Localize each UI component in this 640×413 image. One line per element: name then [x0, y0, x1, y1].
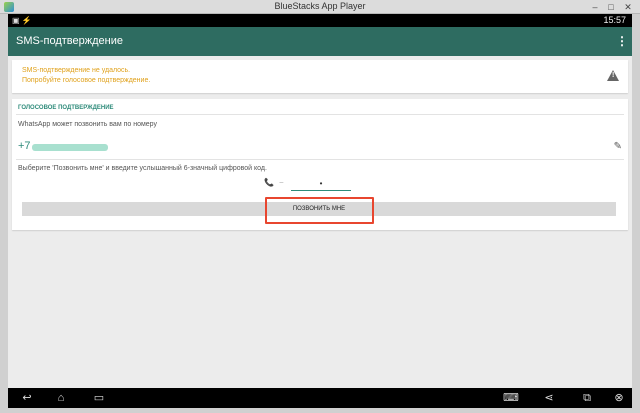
- warning-line-1: SMS-подтверждение не удалось.: [22, 67, 131, 74]
- screen-mode-icon[interactable]: ⧉: [578, 391, 596, 405]
- notification-icons: ▣ ⚡: [12, 16, 32, 25]
- warning-icon: [607, 70, 619, 81]
- overflow-menu-icon[interactable]: ⋮: [616, 34, 628, 48]
- code-entry-row: 📞 −: [264, 177, 356, 193]
- android-nav-bar: ↩ ⌂ ▭ ⌨ ⋖ ⧉ ⊗: [8, 388, 632, 408]
- maximize-button[interactable]: □: [604, 1, 618, 13]
- phone-prefix: +7: [18, 140, 31, 152]
- divider: [16, 159, 624, 160]
- page-title: SMS-подтверждение: [16, 35, 123, 47]
- window-titlebar: BlueStacks App Player – □ ✕: [0, 0, 640, 14]
- minimize-button[interactable]: –: [588, 1, 602, 13]
- dash-icon: −: [279, 178, 284, 187]
- warning-card: SMS-подтверждение не удалось. Попробуйте…: [12, 60, 628, 93]
- warning-line-2: Попробуйте голосовое подтверждение.: [22, 77, 151, 84]
- window-title: BlueStacks App Player: [274, 1, 366, 11]
- verification-code-input[interactable]: [291, 177, 351, 191]
- section-heading: ГОЛОСОВОЕ ПОДТВЕРЖДЕНИЕ: [18, 105, 114, 111]
- keyboard-icon[interactable]: ⌨: [502, 391, 520, 405]
- warning-message: SMS-подтверждение не удалось. Попробуйте…: [22, 66, 150, 86]
- status-time: 15:57: [603, 15, 626, 25]
- phone-number-row: +7 ✎: [18, 139, 622, 157]
- phone-number-redacted: [32, 144, 108, 151]
- highlight-annotation: [265, 197, 374, 224]
- home-icon[interactable]: ⌂: [52, 391, 70, 405]
- bluestacks-window: BlueStacks App Player – □ ✕ ▣ ⚡ 15:57 SM…: [0, 0, 640, 413]
- back-icon[interactable]: ↩: [18, 391, 36, 405]
- call-instruction: Выберите 'Позвонить мне' и введите услыш…: [18, 165, 267, 172]
- recent-apps-icon[interactable]: ▭: [90, 391, 108, 405]
- share-icon[interactable]: ⋖: [540, 391, 558, 405]
- edit-icon[interactable]: ✎: [614, 141, 622, 152]
- app-toolbar: SMS-подтверждение ⋮: [8, 27, 632, 56]
- exit-icon[interactable]: ⊗: [610, 391, 628, 405]
- phone-icon: 📞: [264, 178, 274, 187]
- divider: [16, 114, 624, 115]
- call-description: WhatsApp может позвонить вам по номеру: [18, 121, 157, 128]
- android-status-bar: ▣ ⚡ 15:57: [8, 14, 632, 27]
- close-window-button[interactable]: ✕: [620, 1, 636, 13]
